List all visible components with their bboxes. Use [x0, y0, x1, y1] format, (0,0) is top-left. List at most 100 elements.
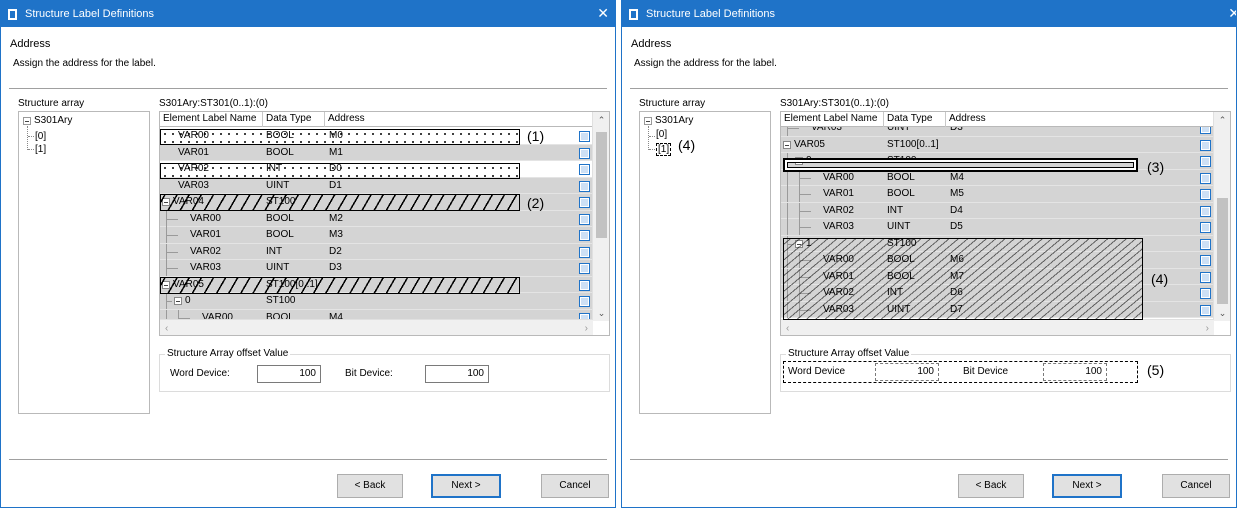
col-element-label-name[interactable]: Element Label Name: [781, 112, 884, 127]
browse-button[interactable]: [579, 296, 590, 307]
browse-button[interactable]: [579, 279, 590, 291]
col-address[interactable]: Address: [946, 112, 1214, 127]
element-label-name-cell[interactable]: VAR05: [794, 137, 894, 153]
browse-button[interactable]: [579, 263, 590, 274]
browse-button[interactable]: [579, 246, 590, 258]
table-row[interactable]: 0 ST100: [160, 293, 593, 310]
address-cell[interactable]: M1: [329, 145, 569, 161]
data-type-cell[interactable]: UINT: [887, 219, 947, 235]
browse-button[interactable]: [579, 147, 590, 159]
tree-node-root[interactable]: S301Ary: [655, 115, 693, 126]
browse-button[interactable]: [579, 213, 590, 225]
word-device-field[interactable]: 100: [257, 365, 321, 383]
bit-device-field[interactable]: 100: [425, 365, 489, 383]
scroll-up-icon[interactable]: ⌃: [1218, 115, 1227, 126]
address-cell[interactable]: M5: [950, 186, 1190, 202]
address-cell[interactable]: D2: [329, 244, 569, 260]
col-data-type[interactable]: Data Type: [263, 112, 325, 127]
data-type-cell[interactable]: BOOL: [266, 211, 326, 227]
table-row[interactable]: VAR05ST100[0..1]: [781, 136, 1214, 153]
browse-button[interactable]: [579, 230, 590, 241]
browse-button[interactable]: [579, 131, 590, 142]
browse-button[interactable]: [1200, 222, 1211, 233]
scroll-left-icon[interactable]: ‹: [165, 323, 168, 334]
scroll-thumb[interactable]: [596, 132, 607, 238]
address-cell[interactable]: D3: [329, 260, 569, 276]
cancel-button[interactable]: Cancel: [1162, 474, 1230, 498]
browse-button[interactable]: [1200, 238, 1211, 250]
browse-button[interactable]: [1200, 288, 1211, 299]
data-type-cell[interactable]: UINT: [266, 178, 326, 194]
browse-button[interactable]: [1200, 139, 1211, 151]
element-label-name-cell[interactable]: VAR01: [178, 145, 278, 161]
scroll-left-icon[interactable]: ‹: [786, 323, 789, 334]
scroll-down-icon[interactable]: ⌄: [597, 308, 606, 319]
tree-node-root[interactable]: S301Ary: [34, 115, 72, 126]
address-cell[interactable]: D1: [329, 178, 569, 194]
col-data-type[interactable]: Data Type: [884, 112, 946, 127]
table-row[interactable]: VAR02 INT D4: [781, 202, 1214, 219]
browse-button[interactable]: [1200, 255, 1211, 266]
browse-button[interactable]: [1200, 156, 1211, 167]
horizontal-scrollbar[interactable]: ‹ ›: [781, 319, 1214, 335]
scroll-right-icon[interactable]: ›: [1206, 323, 1209, 334]
scroll-thumb[interactable]: [1217, 198, 1228, 304]
table-row[interactable]: VAR01 BOOL M5: [781, 186, 1214, 203]
next-button[interactable]: Next >: [1052, 474, 1122, 498]
col-element-label-name[interactable]: Element Label Name: [160, 112, 263, 127]
table-row[interactable]: VAR01 BOOL M1: [160, 144, 593, 161]
address-cell[interactable]: [329, 293, 569, 309]
browse-button[interactable]: [1200, 172, 1211, 184]
collapse-icon[interactable]: [23, 117, 31, 125]
address-cell[interactable]: M2: [329, 211, 569, 227]
address-cell[interactable]: M3: [329, 227, 569, 243]
back-button[interactable]: < Back: [958, 474, 1024, 498]
table-row[interactable]: VAR03 UINT D1: [160, 177, 593, 194]
close-icon[interactable]: ✕: [597, 5, 609, 22]
next-button[interactable]: Next >: [431, 474, 501, 498]
data-type-cell[interactable]: UINT: [266, 260, 326, 276]
browse-button[interactable]: [1200, 189, 1211, 200]
address-cell[interactable]: [950, 137, 1190, 153]
structure-array-tree[interactable]: S301Ary [0] [1] (4): [639, 111, 771, 414]
tree-node-0[interactable]: [0]: [35, 131, 46, 142]
close-icon[interactable]: ✕: [1228, 5, 1236, 22]
data-type-cell[interactable]: INT: [266, 244, 326, 260]
structure-array-tree[interactable]: S301Ary [0] [1]: [18, 111, 150, 414]
horizontal-scrollbar[interactable]: ‹ ›: [160, 319, 593, 335]
tree-node-1[interactable]: [1]: [656, 143, 672, 156]
cancel-button[interactable]: Cancel: [541, 474, 609, 498]
expand-collapse-icon[interactable]: [174, 297, 182, 305]
tree-node-0[interactable]: [0]: [656, 129, 667, 140]
data-type-cell[interactable]: INT: [887, 203, 947, 219]
table-row[interactable]: VAR03 UINT D5: [781, 219, 1214, 236]
tree-node-1[interactable]: [1]: [35, 144, 46, 155]
browse-button[interactable]: [579, 197, 590, 208]
data-type-cell[interactable]: BOOL: [266, 145, 326, 161]
collapse-icon[interactable]: [644, 117, 652, 125]
browse-button[interactable]: [579, 180, 590, 192]
address-cell[interactable]: D4: [950, 203, 1190, 219]
vertical-scrollbar[interactable]: ⌃ ⌄: [592, 112, 609, 321]
data-type-cell[interactable]: ST100[0..1]: [887, 137, 947, 153]
data-type-cell[interactable]: BOOL: [887, 186, 947, 202]
back-button[interactable]: < Back: [337, 474, 403, 498]
browse-button[interactable]: [1200, 304, 1211, 316]
scroll-down-icon[interactable]: ⌄: [1218, 308, 1227, 319]
table-row[interactable]: VAR00 BOOL M2: [160, 210, 593, 227]
vertical-scrollbar[interactable]: ⌃ ⌄: [1213, 112, 1230, 321]
expand-collapse-icon[interactable]: [783, 140, 791, 149]
scroll-right-icon[interactable]: ›: [585, 323, 588, 334]
table-row[interactable]: VAR03 UINT D3: [160, 260, 593, 277]
data-type-cell[interactable]: BOOL: [266, 227, 326, 243]
data-type-cell[interactable]: ST100: [266, 293, 326, 309]
table-row[interactable]: VAR02 INT D2: [160, 243, 593, 260]
col-address[interactable]: Address: [325, 112, 593, 127]
scroll-up-icon[interactable]: ⌃: [597, 115, 606, 126]
browse-button[interactable]: [1200, 205, 1211, 217]
browse-button[interactable]: [579, 164, 590, 175]
table-row[interactable]: VAR01 BOOL M3: [160, 227, 593, 244]
element-label-name-cell[interactable]: VAR03: [178, 178, 278, 194]
address-cell[interactable]: D5: [950, 219, 1190, 235]
browse-button[interactable]: [1200, 271, 1211, 283]
